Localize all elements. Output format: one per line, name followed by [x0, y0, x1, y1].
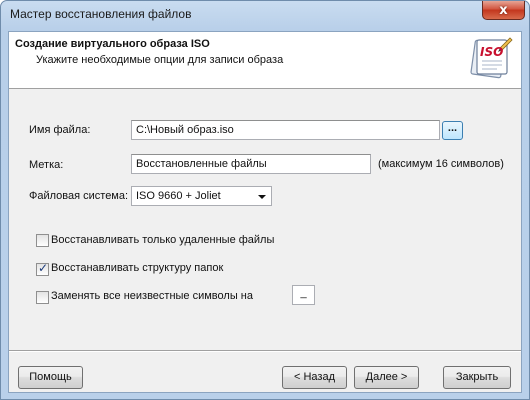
browse-button[interactable]: ...: [442, 121, 463, 140]
close-button[interactable]: Закрыть: [443, 366, 511, 389]
page-title: Создание виртуального образа ISO: [15, 38, 210, 50]
volume-label-input[interactable]: Восстановленные файлы: [131, 154, 371, 174]
help-button[interactable]: Помощь: [18, 366, 83, 389]
page-subtitle: Укажите необходимые опции для записи обр…: [36, 54, 284, 66]
checkbox-replace-unknown[interactable]: [36, 291, 49, 304]
checkbox-deleted-only[interactable]: [36, 234, 49, 247]
filesystem-label: Файловая система:: [29, 190, 129, 202]
close-window-button[interactable]: x: [482, 1, 525, 20]
filename-input[interactable]: C:\Новый образ.iso: [131, 120, 440, 140]
option-replace-unknown-label[interactable]: Заменять все неизвестные символы на: [51, 290, 253, 302]
option-deleted-only-label[interactable]: Восстанавливать только удаленные файлы: [51, 234, 274, 246]
filename-label: Имя файла:: [29, 124, 91, 136]
replace-char-input[interactable]: _: [292, 285, 315, 305]
volume-label-label: Метка:: [29, 159, 64, 171]
chevron-down-icon: [258, 195, 266, 199]
filesystem-select[interactable]: ISO 9660 + Joliet: [131, 186, 272, 206]
footer-divider: [9, 350, 521, 352]
volume-label-hint: (максимум 16 символов): [378, 158, 504, 170]
dialog-body: Создание виртуального образа ISO Укажите…: [8, 31, 522, 393]
iso-disc-icon: ISO: [470, 37, 513, 79]
checkbox-folder-structure[interactable]: ✓: [36, 261, 49, 276]
wizard-window: Мастер восстановления файлов x Создание …: [0, 0, 530, 400]
window-title: Мастер восстановления файлов: [10, 7, 192, 21]
close-icon: x: [499, 2, 508, 18]
option-folder-structure-label[interactable]: Восстанавливать структуру папок: [51, 262, 223, 274]
next-button[interactable]: Далее >: [354, 366, 419, 389]
checkmark-icon: ✓: [38, 261, 49, 275]
filesystem-selected: ISO 9660 + Joliet: [136, 190, 221, 202]
iso-logo-text: ISO: [480, 45, 503, 59]
wizard-header: Создание виртуального образа ISO Укажите…: [9, 32, 521, 89]
back-button[interactable]: < Назад: [282, 366, 347, 389]
title-bar[interactable]: Мастер восстановления файлов x: [1, 1, 529, 31]
